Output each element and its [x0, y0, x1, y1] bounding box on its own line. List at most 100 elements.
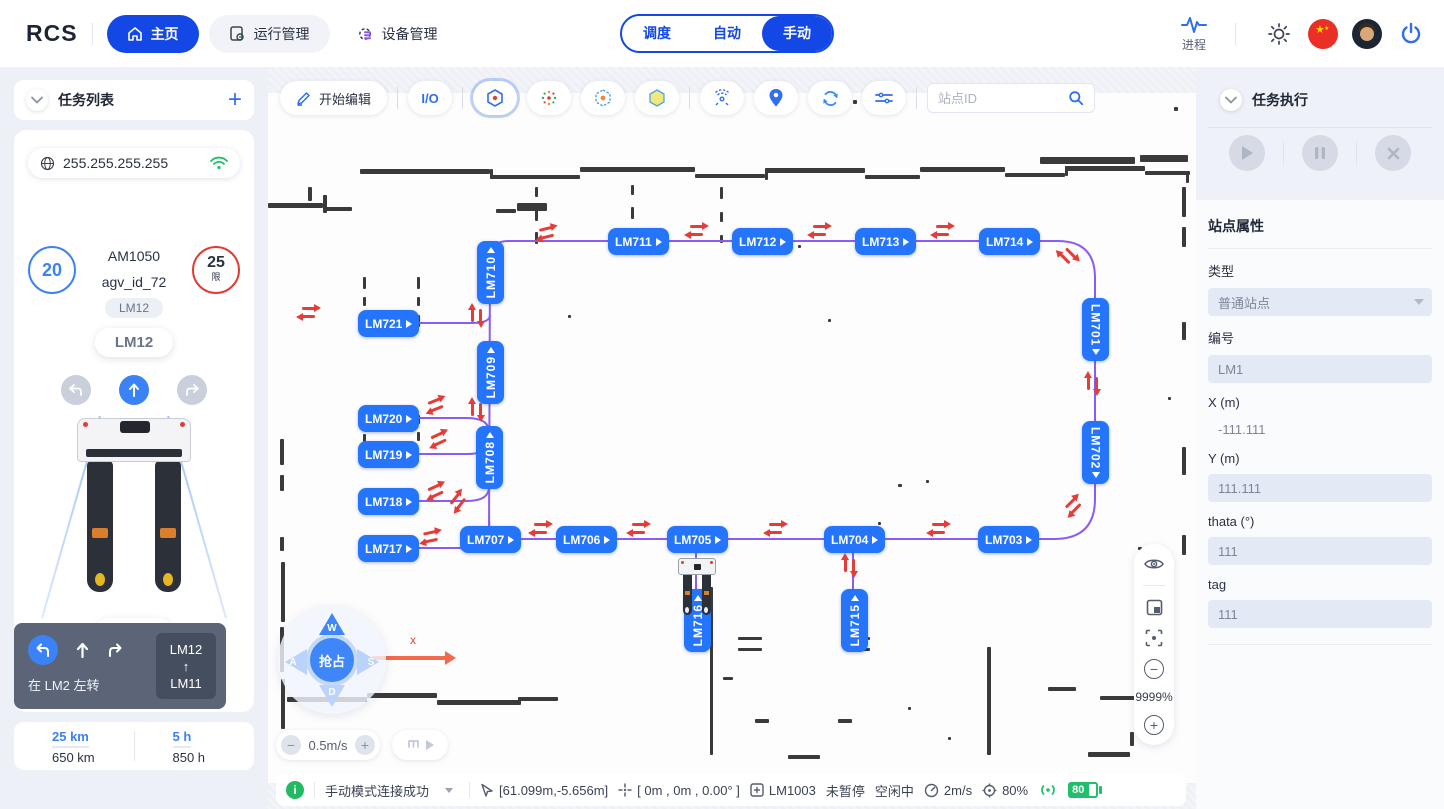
- station-LM713[interactable]: LM713: [855, 228, 916, 255]
- pause-task-button[interactable]: [1302, 135, 1338, 171]
- language-flag-button[interactable]: ★ ★: [1308, 19, 1338, 49]
- visibility-button[interactable]: [1143, 554, 1165, 574]
- nav-operation[interactable]: 运行管理: [209, 15, 330, 53]
- turn-left-icon: [28, 635, 58, 665]
- map-wall: [280, 475, 284, 491]
- station-LM718[interactable]: LM718: [358, 488, 419, 515]
- station-search-input[interactable]: [938, 91, 1060, 106]
- station-LM720[interactable]: LM720: [358, 405, 419, 432]
- map-area[interactable]: LM711 LM712 LM713 LM714 LM703 LM704 LM705 LM706…: [268, 67, 1196, 809]
- theta-input[interactable]: 111: [1208, 537, 1432, 565]
- layer-zone-button[interactable]: [635, 81, 679, 115]
- power-button[interactable]: [1396, 19, 1426, 49]
- cancel-task-button[interactable]: [1375, 135, 1411, 171]
- map-wall: [1100, 696, 1136, 700]
- station-LM712[interactable]: LM712: [732, 228, 793, 255]
- map-canvas[interactable]: LM711 LM712 LM713 LM714 LM703 LM704 LM705 LM706…: [268, 93, 1196, 783]
- station-LM707[interactable]: LM707: [460, 526, 521, 553]
- filter-settings-button[interactable]: [862, 81, 906, 115]
- fork-control[interactable]: [392, 730, 448, 760]
- seize-control-button[interactable]: 抢占: [306, 634, 358, 686]
- station-LM703[interactable]: LM703: [978, 526, 1039, 553]
- current-station: LM1003: [750, 783, 816, 798]
- map-wall: [738, 637, 762, 640]
- locate-button[interactable]: [754, 81, 798, 115]
- station-LM711[interactable]: LM711: [608, 228, 669, 255]
- map-wall: [1182, 322, 1186, 340]
- map-wall: [1145, 171, 1190, 175]
- map-wall: [631, 185, 634, 195]
- lidar-button[interactable]: [700, 81, 744, 115]
- info-icon: i: [286, 781, 304, 799]
- nav-device[interactable]: 设备管理: [336, 15, 458, 53]
- zoom-out-button[interactable]: −: [1143, 659, 1165, 679]
- mode-manual[interactable]: 手动: [762, 16, 832, 51]
- station-LM709[interactable]: LM709: [477, 341, 504, 404]
- station-LM717[interactable]: LM717: [358, 535, 419, 562]
- start-edit-button[interactable]: 开始编辑: [280, 81, 387, 115]
- layer-station-button[interactable]: [473, 81, 517, 115]
- station-LM721[interactable]: LM721: [358, 310, 419, 337]
- minimap-button[interactable]: [1143, 597, 1165, 617]
- agv-ip-bar[interactable]: 255.255.255.255: [28, 148, 240, 178]
- station-LM702[interactable]: LM702: [1082, 421, 1109, 484]
- message-dropdown-caret[interactable]: [445, 788, 453, 793]
- station-LM705[interactable]: LM705: [667, 526, 728, 553]
- divider: [1356, 141, 1357, 165]
- theme-toggle[interactable]: [1264, 19, 1294, 49]
- search-icon: [1068, 90, 1084, 106]
- joystick-key-s[interactable]: D: [319, 685, 345, 707]
- joystick-key-w[interactable]: W: [319, 613, 345, 635]
- joystick-key-a[interactable]: A: [285, 649, 307, 675]
- station-LM701[interactable]: LM701: [1082, 298, 1109, 361]
- route-direction-arrows: [539, 225, 556, 239]
- add-task-button[interactable]: +: [228, 90, 242, 110]
- station-LM715[interactable]: LM715: [841, 589, 868, 652]
- speed-increase-button[interactable]: +: [355, 735, 375, 755]
- go-straight-indicator[interactable]: [119, 375, 149, 405]
- map-wall: [417, 277, 420, 289]
- station-LM714[interactable]: LM714: [979, 228, 1040, 255]
- fork-play-icon: [426, 740, 434, 750]
- refresh-button[interactable]: [808, 81, 852, 115]
- refresh-icon: [821, 89, 840, 108]
- turn-left-indicator[interactable]: [61, 375, 91, 405]
- route-direction-arrows: [1063, 497, 1081, 515]
- station-LM706[interactable]: LM706: [556, 526, 617, 553]
- gear-list-icon: [356, 25, 374, 43]
- play-task-button[interactable]: [1229, 135, 1265, 171]
- collapse-button[interactable]: [1220, 89, 1242, 111]
- zoom-in-button[interactable]: +: [1143, 715, 1165, 735]
- y-input[interactable]: 111.111: [1208, 474, 1432, 502]
- map-wall: [568, 315, 571, 318]
- station-LM710[interactable]: LM710: [477, 241, 504, 304]
- mode-auto[interactable]: 自动: [692, 16, 762, 51]
- nav-home[interactable]: 主页: [107, 15, 199, 53]
- hours-stat: 5 h 850 h: [135, 728, 255, 765]
- mode-dispatch[interactable]: 调度: [622, 16, 692, 51]
- joystick-key-d[interactable]: S: [357, 649, 379, 675]
- speed-value: 0.5m/s: [308, 738, 347, 753]
- agv-on-map[interactable]: [678, 558, 716, 616]
- center-focus-button[interactable]: [1143, 628, 1165, 648]
- position-target-icon: [982, 783, 997, 798]
- process-button[interactable]: 进程: [1181, 15, 1207, 53]
- chevron-down-icon: [31, 96, 43, 104]
- user-avatar[interactable]: [1352, 19, 1382, 49]
- io-button[interactable]: I/O: [408, 81, 452, 115]
- status-bar: i 手动模式连接成功 [61.099m,-5.656m] [ 0m , 0m ,…: [276, 774, 1186, 806]
- speed-decrease-button[interactable]: −: [281, 735, 301, 755]
- station-LM719[interactable]: LM719: [358, 441, 419, 468]
- type-select[interactable]: 普通站点: [1208, 288, 1432, 316]
- map-wall: [437, 700, 521, 705]
- station-LM708[interactable]: LM708: [476, 426, 503, 489]
- collapse-button[interactable]: [26, 89, 48, 111]
- layer-hex-point-button[interactable]: [581, 81, 625, 115]
- map-wall: [720, 235, 723, 243]
- tag-input[interactable]: 111: [1208, 600, 1432, 628]
- station-search[interactable]: [927, 83, 1095, 113]
- station-LM704[interactable]: LM704: [824, 526, 885, 553]
- turn-right-indicator[interactable]: [177, 375, 207, 405]
- layer-points-button[interactable]: [527, 81, 571, 115]
- number-input[interactable]: LM1: [1208, 355, 1432, 383]
